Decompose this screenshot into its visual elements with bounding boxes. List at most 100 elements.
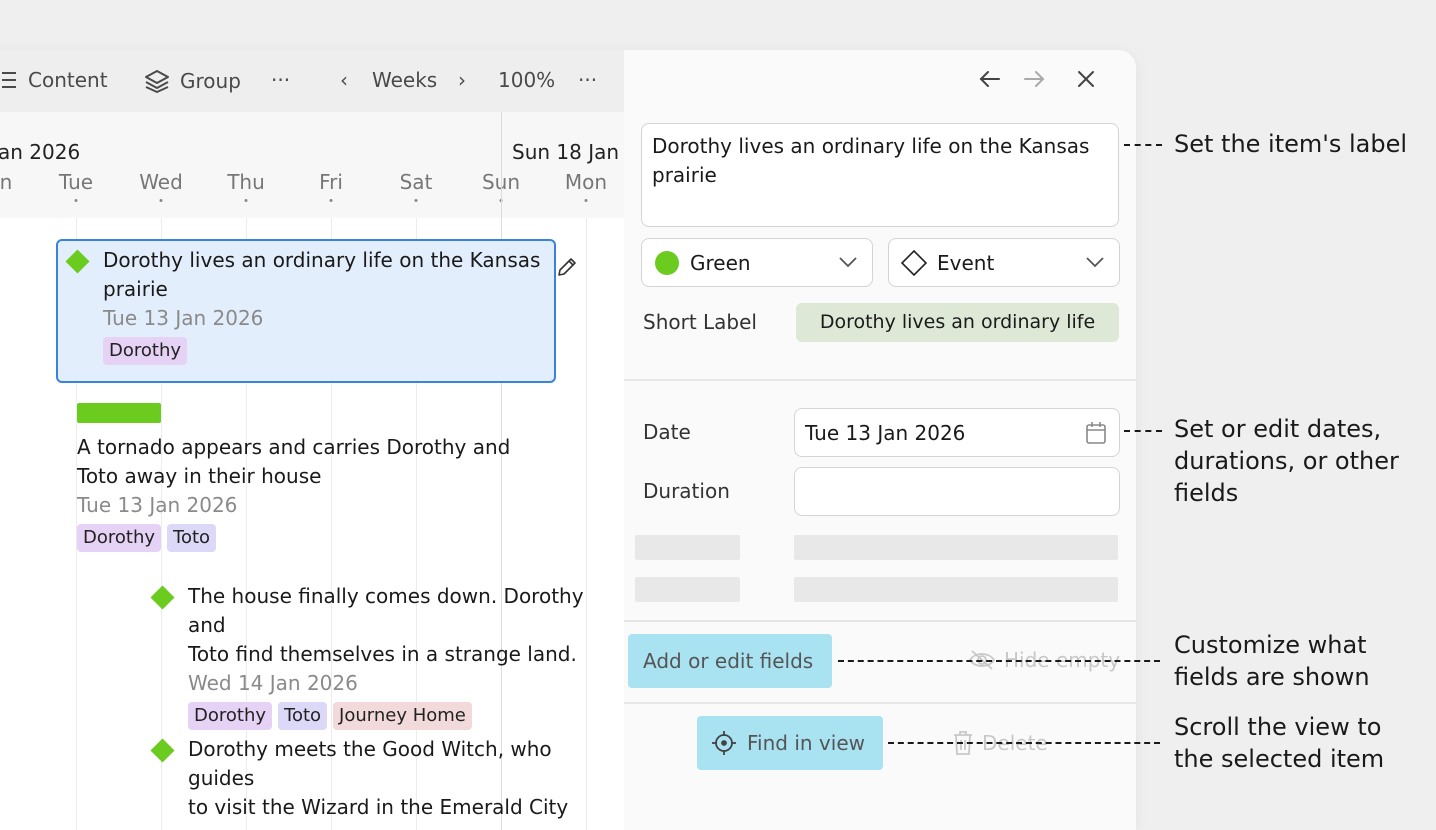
calendar-icon[interactable] xyxy=(1085,421,1107,445)
edit-pencil-icon[interactable] xyxy=(556,256,578,278)
item-title-line: prairie xyxy=(103,277,168,301)
tag-toto: Toto xyxy=(167,524,217,552)
day-tick xyxy=(244,199,248,202)
find-in-view-button[interactable]: Find in view xyxy=(697,716,883,770)
divider xyxy=(624,379,1136,381)
short-label-title: Short Label xyxy=(643,310,757,334)
timeline-view[interactable]: Content Group ··· ‹ Weeks › 100% ··· an … xyxy=(0,50,624,830)
item-title-line: A tornado appears and carries Dorothy an… xyxy=(77,435,511,459)
chevron-down-icon xyxy=(839,257,857,268)
month-label: an 2026 xyxy=(0,140,81,164)
divider xyxy=(624,702,1136,704)
diamond-outline-icon xyxy=(901,250,927,276)
back-arrow-icon[interactable] xyxy=(977,66,1003,92)
annotation-line: the selected item xyxy=(1174,745,1385,773)
color-dropdown[interactable]: Green xyxy=(641,238,873,287)
chevron-down-icon xyxy=(1086,257,1104,268)
zoom-label: 100% xyxy=(498,68,556,92)
day-label: Wed xyxy=(139,170,183,194)
day-tick xyxy=(74,199,78,202)
placeholder-field-label xyxy=(635,577,740,602)
day-tick xyxy=(329,199,333,202)
annotation-leader xyxy=(1124,144,1162,146)
short-label-field[interactable]: Dorothy lives an ordinary life xyxy=(796,303,1119,342)
date-label: Date xyxy=(643,420,691,444)
add-edit-fields-button[interactable]: Add or edit fields xyxy=(628,634,832,688)
annotation-label: Set the item's label xyxy=(1174,128,1407,160)
event-diamond-icon xyxy=(150,585,175,610)
annotation-leader xyxy=(1124,430,1162,432)
annotation-leader xyxy=(838,660,1160,662)
day-label: Sat xyxy=(399,170,433,194)
annotation-line: Set or edit dates, xyxy=(1174,415,1382,443)
item-date: Tue 13 Jan 2026 xyxy=(103,306,264,330)
tag-toto: Toto xyxy=(278,702,328,730)
tag-dorothy: Dorothy xyxy=(103,337,188,365)
timeline-item[interactable]: Dorothy meets the Good Witch, who guides… xyxy=(188,735,624,822)
annotation-line: fields are shown xyxy=(1174,663,1370,691)
type-dropdown[interactable]: Event xyxy=(888,238,1120,287)
color-value: Green xyxy=(690,251,751,275)
group-button[interactable]: Group xyxy=(144,68,241,94)
group-label: Group xyxy=(180,69,241,93)
day-tick xyxy=(584,199,588,202)
item-detail-panel: Dorothy lives an ordinary life on the Ka… xyxy=(624,50,1136,830)
close-icon[interactable] xyxy=(1076,69,1096,89)
item-title-line: Toto away in their house xyxy=(77,464,322,488)
date-input[interactable]: Tue 13 Jan 2026 xyxy=(794,408,1120,457)
prev-period-button[interactable]: ‹ xyxy=(340,68,348,92)
placeholder-field-value xyxy=(794,577,1118,602)
week-start-label: Sun 18 Jan xyxy=(512,140,620,164)
divider xyxy=(624,620,1136,622)
day-tick xyxy=(414,199,418,202)
duration-bar[interactable] xyxy=(77,403,161,423)
item-title-line: The house finally comes down. Dorothy an… xyxy=(188,584,584,637)
next-period-button[interactable]: › xyxy=(458,68,466,92)
label-line: Dorothy lives an ordinary life on the Ka… xyxy=(652,134,1090,158)
day-label: n xyxy=(0,170,13,194)
content-button[interactable]: Content xyxy=(0,68,108,92)
color-swatch xyxy=(655,251,679,275)
more-icon: ··· xyxy=(271,68,291,92)
date-axis: an 2026 Sun 18 Jan n Tue Wed Thu Fri Sat… xyxy=(0,112,624,218)
duration-label: Duration xyxy=(643,479,730,503)
item-date: Wed 14 Jan 2026 xyxy=(188,671,358,695)
annotation-line: durations, or other xyxy=(1174,447,1399,475)
item-title-line: to visit the Wizard in the Emerald City xyxy=(188,795,569,819)
item-title-line: Toto find themselves in a strange land. xyxy=(188,642,577,666)
find-in-view-label: Find in view xyxy=(747,731,865,755)
more-options-button[interactable]: ··· xyxy=(271,68,290,92)
annotation-line: fields xyxy=(1174,479,1239,507)
crosshair-icon xyxy=(712,731,736,755)
day-label: Tue xyxy=(58,170,94,194)
annotation-label: Scroll the view to the selected item xyxy=(1174,711,1384,775)
week-divider xyxy=(501,112,502,218)
app-window: Content Group ··· ‹ Weeks › 100% ··· an … xyxy=(0,50,1136,830)
day-label: Mon xyxy=(564,170,608,194)
more-options-button-2[interactable]: ··· xyxy=(578,68,597,92)
period-label: Weeks xyxy=(372,68,438,92)
zoom-level[interactable]: 100% xyxy=(498,68,555,92)
annotation-line: Set the item's label xyxy=(1174,130,1408,158)
timeline-item[interactable]: Dorothy lives an ordinary life on the Ka… xyxy=(103,246,540,365)
forward-arrow-icon[interactable] xyxy=(1021,66,1047,92)
label-line: prairie xyxy=(652,163,717,187)
item-date: Tue 13 Jan 2026 xyxy=(77,493,238,517)
layers-icon xyxy=(145,70,169,93)
date-value: Tue 13 Jan 2026 xyxy=(805,421,966,445)
item-label-textarea[interactable]: Dorothy lives an ordinary life on the Ka… xyxy=(641,123,1119,227)
content-label: Content xyxy=(28,68,108,92)
chevron-left-icon: ‹ xyxy=(340,68,348,92)
placeholder-field-label xyxy=(635,535,740,560)
timeline-item[interactable]: A tornado appears and carries Dorothy an… xyxy=(77,433,510,552)
period-selector[interactable]: Weeks xyxy=(372,68,437,92)
annotation-line: Customize what xyxy=(1174,631,1367,659)
annotation-leader xyxy=(888,742,1160,744)
duration-input[interactable] xyxy=(794,467,1120,516)
list-icon xyxy=(2,72,16,88)
type-value: Event xyxy=(937,251,995,275)
tag-dorothy: Dorothy xyxy=(188,702,273,730)
day-label: Thu xyxy=(227,170,265,194)
more-icon: ··· xyxy=(578,68,598,92)
timeline-item[interactable]: The house finally comes down. Dorothy an… xyxy=(188,582,624,730)
